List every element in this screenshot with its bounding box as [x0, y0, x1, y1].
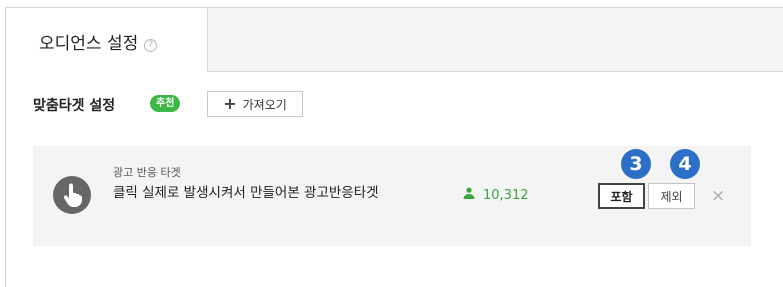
step-marker-4: 4: [670, 149, 700, 179]
include-button[interactable]: 포함: [598, 183, 645, 209]
plus-icon: +: [223, 93, 237, 113]
audience-count: 10,312: [463, 187, 529, 203]
recommend-badge: 추천: [150, 95, 181, 112]
step-marker-3: 3: [621, 149, 651, 179]
tab-label: 오디언스 설정: [39, 34, 139, 54]
audience-count-value: 10,312: [483, 187, 529, 203]
help-icon[interactable]: ?: [144, 38, 158, 52]
person-icon: [463, 187, 475, 203]
hand-pointer-icon: [53, 176, 91, 214]
tab-audience-settings[interactable]: 오디언스 설정?: [6, 8, 208, 72]
remove-icon[interactable]: ×: [711, 186, 725, 206]
exclude-button[interactable]: 제외: [648, 183, 695, 209]
section-title: 맞춤타겟 설정: [33, 98, 116, 114]
tab-bar: 오디언스 설정?: [6, 8, 783, 72]
target-type-label: 광고 반응 타겟: [113, 166, 181, 179]
target-name: 클릭 실제로 발생시켜서 만들어본 광고반응타겟: [113, 185, 379, 201]
import-button-label: 가져오기: [242, 97, 287, 112]
import-button[interactable]: + 가져오기: [207, 91, 303, 117]
